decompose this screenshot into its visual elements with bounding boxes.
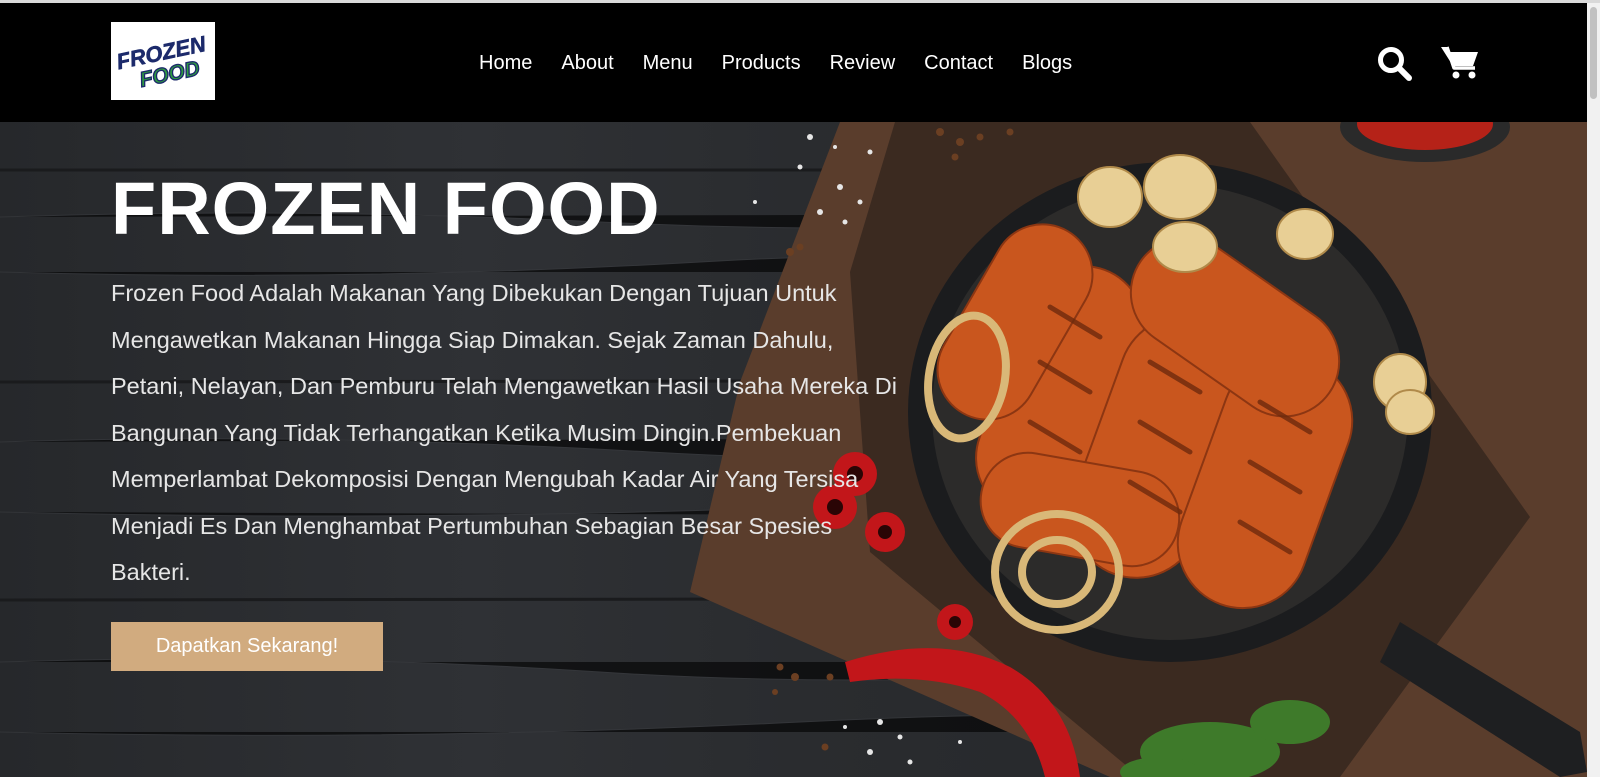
nav-link-home[interactable]: Home [479,51,532,75]
nav-link-about[interactable]: About [561,51,613,75]
scrollbar-thumb[interactable] [1590,7,1597,99]
nav-link-blogs[interactable]: Blogs [1022,51,1072,75]
navbar: FROZEN FOOD Home About Menu Products Rev… [0,3,1587,122]
frozen-food-logo: FROZEN FOOD [114,31,209,93]
get-now-button[interactable]: Dapatkan Sekarang! [111,622,383,671]
logo[interactable]: FROZEN FOOD [111,22,215,100]
search-icon[interactable] [1377,46,1413,87]
cart-icon[interactable] [1440,44,1480,85]
nav-link-products[interactable]: Products [722,51,801,75]
main-nav: Home About Menu Products Review Contact … [479,51,1101,75]
hero-section: FROZEN FOOD Frozen Food Adalah Makanan Y… [0,122,1587,777]
page-viewport: FROZEN FOOD Home About Menu Products Rev… [0,3,1587,777]
hero-title: FROZEN FOOD [111,167,661,250]
nav-link-menu[interactable]: Menu [643,51,693,75]
vertical-scrollbar[interactable] [1587,3,1600,777]
nav-link-contact[interactable]: Contact [924,51,993,75]
hero-description: Frozen Food Adalah Makanan Yang Dibekuka… [111,280,897,585]
nav-link-review[interactable]: Review [830,51,896,75]
